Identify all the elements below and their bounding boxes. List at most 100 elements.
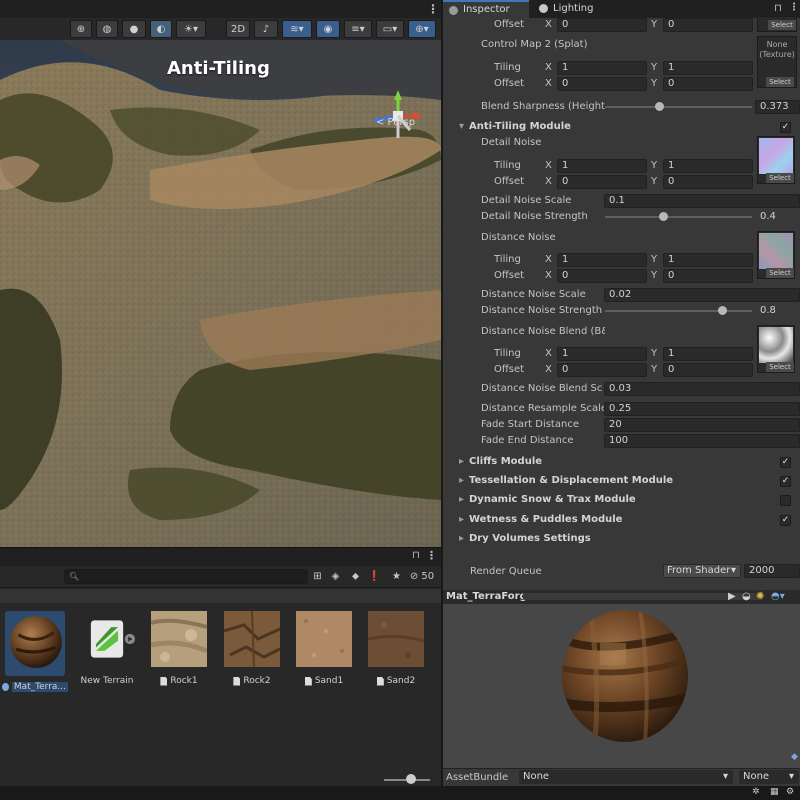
asset-variant-dropdown[interactable]: None ▾ (739, 770, 799, 784)
detail-noise-strength-knob[interactable] (659, 212, 669, 221)
snow-module-toggle[interactable] (780, 495, 791, 506)
asset-sand2[interactable]: Sand2 (363, 611, 429, 686)
label-filter-icon[interactable]: ⬥ (348, 569, 363, 584)
audio-icon[interactable]: ♪ (254, 20, 278, 38)
project-menu-icon[interactable]: ⋮ (426, 549, 437, 562)
mesh-icon[interactable]: ◓▾ (771, 591, 785, 602)
tiling-x-field[interactable]: 1 (557, 61, 647, 75)
offset-x-field[interactable]: 0 (557, 269, 647, 283)
offset-x-field[interactable]: 0 (557, 77, 647, 91)
select-button[interactable]: Select (766, 268, 794, 278)
wetness-module-toggle[interactable]: ✓ (780, 515, 791, 526)
offset-x-field[interactable]: 0 (557, 175, 647, 189)
texture-slot-top[interactable]: Select (757, 16, 797, 32)
distance-noise-blend-slot[interactable]: Select (757, 325, 795, 373)
asset-rock2[interactable]: Rock2 (219, 610, 285, 686)
type-filter-icon[interactable]: ◈ (328, 569, 343, 584)
tiling-x-field[interactable]: 1 (557, 159, 647, 173)
lock-icon[interactable]: ⊓ (774, 3, 782, 14)
sphere-shape-icon[interactable]: ◒ (742, 591, 751, 602)
offset-y-field[interactable]: 0 (663, 77, 753, 91)
distance-resample-scale-field[interactable]: 0.25 (604, 402, 800, 416)
tab-inspector[interactable]: Inspector (443, 0, 529, 18)
select-button[interactable]: Select (766, 173, 794, 183)
detail-noise-strength-slider[interactable] (605, 216, 752, 218)
offset-y-field[interactable]: 0 (663, 18, 753, 32)
asset-sand1[interactable]: Sand1 (291, 611, 357, 686)
tiling-y-field[interactable]: 1 (663, 61, 753, 75)
offset-x-field[interactable]: 0 (557, 363, 647, 377)
snow-module-foldout[interactable]: ▸ Dynamic Snow & Trax Module (459, 494, 636, 505)
favorite-icon[interactable]: ★ (389, 569, 404, 584)
lock-icon[interactable]: ⊓ (412, 550, 420, 561)
asset-new-terrain[interactable]: New Terrain (74, 611, 140, 686)
tiling-x-field[interactable]: 1 (557, 347, 647, 361)
eye-icon[interactable]: ◉ (316, 20, 340, 38)
tiling-y-field[interactable]: 1 (663, 347, 753, 361)
distance-noise-slot[interactable]: Select (757, 231, 795, 279)
search-input[interactable]: 🔍︎ (64, 569, 308, 584)
asset-rock1[interactable]: Rock1 (146, 611, 212, 686)
select-button[interactable]: Select (768, 20, 796, 30)
light-icon[interactable]: ☀▾ (176, 20, 206, 38)
layers-icon[interactable]: ≋▾ (282, 20, 312, 38)
distance-noise-strength-knob[interactable] (718, 306, 728, 315)
blend-sharpness-knob[interactable] (655, 102, 665, 111)
tiling-y-field[interactable]: 1 (663, 253, 753, 267)
select-button[interactable]: Select (766, 362, 794, 372)
preview-drag-bar[interactable] (523, 593, 763, 600)
sphere-icon[interactable]: ● (122, 20, 146, 38)
offset-x-field[interactable]: 0 (557, 18, 647, 32)
blend-sharpness-slider[interactable] (605, 106, 752, 108)
warning-icon[interactable]: ❗ (367, 569, 382, 584)
distance-noise-blend-scale-field[interactable]: 0.03 (604, 382, 800, 396)
detail-noise-strength-field[interactable]: 0.4 (755, 210, 800, 224)
control-map-slot[interactable]: None (Texture) Select (757, 36, 797, 88)
scene-view[interactable]: ⋮ ⊕ ◍ ● ◐ ☀▾ 2D ♪ ≋▾ ◉ ≡▾ ▭▾ ⊕▾ Anti-Til… (0, 0, 441, 547)
orientation-gizmo[interactable] (370, 86, 426, 146)
thumbnail-size-slider-knob[interactable] (406, 774, 416, 784)
offset-y-field[interactable]: 0 (663, 175, 753, 189)
anti-tiling-foldout[interactable]: ▾ Anti-Tiling Module (459, 121, 571, 132)
inspector-menu-icon[interactable]: ⋮ (789, 2, 799, 13)
globe-icon[interactable]: ⊕ (70, 20, 92, 38)
scene-menu-icon[interactable]: ⋮ (427, 2, 439, 16)
tag-icon[interactable]: ◆ (791, 752, 798, 762)
fade-start-distance-field[interactable]: 20 (604, 418, 800, 432)
settings-icon[interactable]: ⚙ (786, 787, 794, 797)
distance-noise-scale-field[interactable]: 0.02 (604, 288, 800, 302)
debug-icon[interactable]: ✲ (752, 787, 760, 797)
play-icon[interactable]: ▶ (728, 591, 736, 602)
gizmo-icon[interactable]: ⊕▾ (408, 20, 436, 38)
distance-noise-strength-slider[interactable] (605, 310, 752, 312)
render-queue-value-field[interactable]: 2000 (744, 564, 800, 578)
wetness-module-foldout[interactable]: ▸ Wetness & Puddles Module (459, 514, 622, 525)
camera-icon[interactable]: ▭▾ (376, 20, 404, 38)
offset-y-field[interactable]: 0 (663, 363, 753, 377)
search-options-icon[interactable]: ⊞ (310, 569, 325, 584)
tessellation-module-toggle[interactable]: ✓ (780, 476, 791, 487)
tiling-x-field[interactable]: 1 (557, 253, 647, 267)
moon-icon[interactable]: ◐ (150, 20, 172, 38)
layers-status-icon[interactable]: ▦ (770, 787, 779, 797)
stack-icon[interactable]: ≡▾ (344, 20, 372, 38)
persp-label[interactable]: < Persp (376, 117, 415, 128)
asset-bundle-dropdown[interactable]: None ▾ (519, 770, 733, 784)
tab-lighting[interactable]: Lighting (533, 0, 619, 18)
fade-end-distance-field[interactable]: 100 (604, 434, 800, 448)
cliffs-module-foldout[interactable]: ▸ Cliffs Module (459, 456, 542, 467)
offset-y-field[interactable]: 0 (663, 269, 753, 283)
render-queue-dropdown[interactable]: From Shader ▾ (663, 564, 741, 578)
anti-tiling-toggle[interactable]: ✓ (780, 122, 791, 133)
blend-sharpness-field[interactable]: 0.373 (755, 100, 800, 114)
light-icon[interactable]: ✺ (756, 591, 764, 602)
shaded-icon[interactable]: ◍ (96, 20, 118, 38)
distance-noise-strength-field[interactable]: 0.8 (755, 304, 800, 318)
tessellation-module-foldout[interactable]: ▸ Tessellation & Displacement Module (459, 475, 673, 486)
terrain-viewport[interactable] (0, 40, 441, 547)
hidden-count[interactable]: ⊘ 50 (407, 569, 437, 584)
preview-sphere[interactable] (560, 608, 690, 743)
2d-icon[interactable]: 2D (226, 20, 250, 38)
cliffs-module-toggle[interactable]: ✓ (780, 457, 791, 468)
dry-volumes-foldout[interactable]: ▸ Dry Volumes Settings (459, 533, 591, 544)
